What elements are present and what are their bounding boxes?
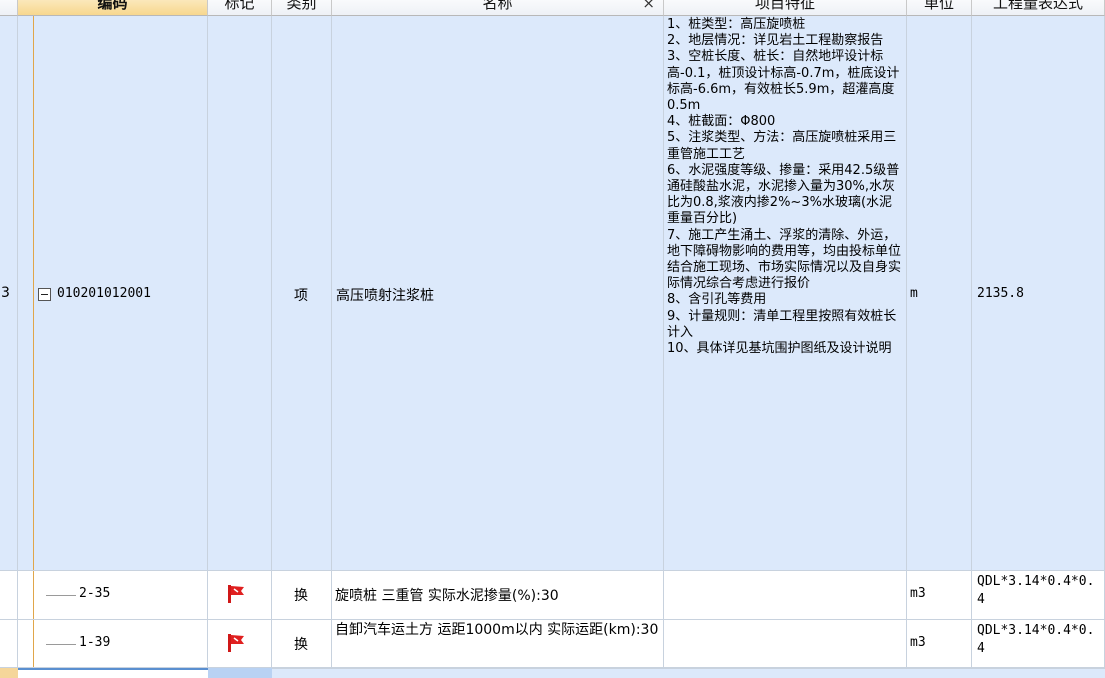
row-unit: m3 [910, 586, 926, 601]
tree-line [33, 620, 34, 667]
header-features[interactable]: 项目特征 [664, 0, 907, 16]
row-name: 旋喷桩 三重管 实际水泥掺量(%):30 [335, 588, 559, 604]
next-row-rest[interactable] [272, 668, 1105, 678]
header-name-label: 名称 [482, 0, 513, 12]
mark-cell[interactable] [208, 620, 272, 668]
name-cell[interactable]: 高压喷射注浆桩 [332, 16, 664, 571]
row-category: 项 [294, 288, 308, 304]
row-code: 010201012001 [57, 286, 151, 301]
quantity-expr-cell[interactable]: QDL*3.14*0.4*0.4 [972, 620, 1105, 668]
mark-cell[interactable] [208, 16, 272, 571]
features-cell[interactable] [664, 571, 907, 620]
header-mark[interactable]: 标记 [208, 0, 272, 16]
next-row-mark[interactable] [208, 668, 272, 678]
row-index [0, 571, 18, 620]
next-row-code[interactable] [18, 668, 208, 678]
quantity-expr-cell[interactable]: 2135.8 [972, 16, 1105, 571]
header-name[interactable]: 名称 × [332, 0, 664, 16]
tree-branch [46, 644, 76, 645]
category-cell[interactable]: 换 [272, 571, 332, 620]
row-name: 高压喷射注浆桩 [336, 288, 434, 304]
row-code: 1-39 [79, 635, 111, 650]
tree-line [33, 571, 34, 619]
collapse-icon[interactable] [38, 288, 51, 301]
red-flag-icon [228, 585, 244, 603]
features-cell[interactable]: 1、桩类型：高压旋喷桩 2、地层情况：详见岩土工程勘察报告 3、空桩长度、桩长：… [664, 16, 907, 571]
row-category: 换 [294, 637, 308, 653]
quota-grid: 编码 标记 类别 名称 × 项目特征 单位 工程量表达式 3 010201012… [0, 0, 1105, 678]
row-quantity-expr: 2135.8 [977, 286, 1024, 301]
mark-cell[interactable] [208, 571, 272, 620]
red-flag-icon [228, 634, 244, 652]
row-index: 3 [0, 16, 18, 571]
row-unit: m [910, 286, 918, 301]
features-cell[interactable] [664, 620, 907, 668]
header-index [0, 0, 18, 16]
category-cell[interactable]: 换 [272, 620, 332, 668]
next-row-index [0, 668, 18, 678]
code-cell[interactable]: 2-35 [18, 571, 208, 620]
row-index [0, 620, 18, 668]
name-cell[interactable]: 旋喷桩 三重管 实际水泥掺量(%):30 [332, 571, 664, 620]
header-category[interactable]: 类别 [272, 0, 332, 16]
category-cell[interactable]: 项 [272, 16, 332, 571]
header-quantity-expr[interactable]: 工程量表达式 [972, 0, 1105, 16]
code-cell[interactable]: 010201012001 [18, 16, 208, 571]
tree-line [33, 16, 34, 570]
unit-cell[interactable]: m3 [907, 620, 972, 668]
row-code: 2-35 [79, 586, 111, 601]
row-unit: m3 [910, 635, 926, 650]
quantity-expr-cell[interactable]: QDL*3.14*0.4*0.4 [972, 571, 1105, 620]
tree-branch [46, 595, 76, 596]
code-cell[interactable]: 1-39 [18, 620, 208, 668]
unit-cell[interactable]: m [907, 16, 972, 571]
name-cell[interactable]: 自卸汽车运土方 运距1000m以内 实际运距(km):30 [332, 620, 664, 668]
row-category: 换 [294, 588, 308, 604]
unit-cell[interactable]: m3 [907, 571, 972, 620]
header-unit[interactable]: 单位 [907, 0, 972, 16]
clear-filter-icon[interactable]: × [642, 0, 655, 14]
header-code[interactable]: 编码 [18, 0, 208, 16]
